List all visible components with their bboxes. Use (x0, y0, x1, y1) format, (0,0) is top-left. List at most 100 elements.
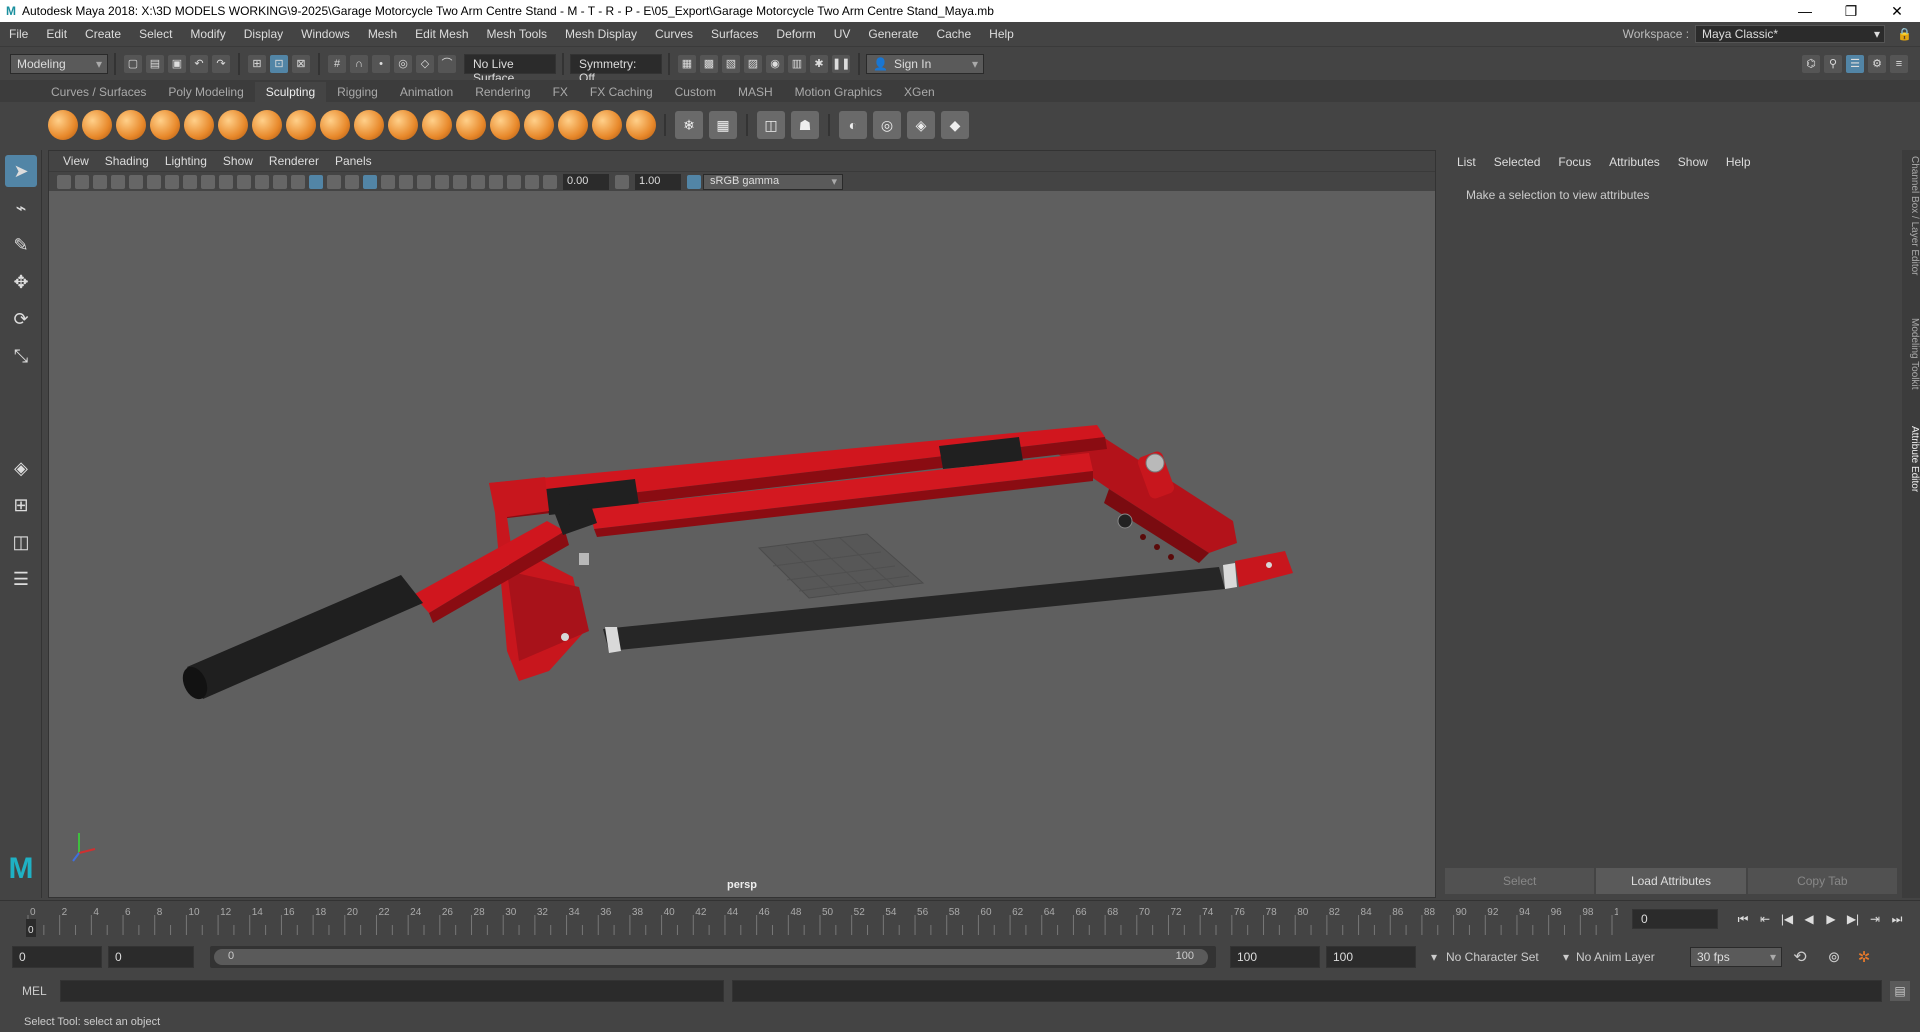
viewport-panel[interactable]: View Shading Lighting Show Renderer Pane… (48, 150, 1436, 898)
script-language-label[interactable]: MEL (22, 984, 58, 998)
minimize-button[interactable]: — (1782, 3, 1828, 19)
smear-tool-icon[interactable] (524, 110, 554, 140)
menu-item[interactable]: Generate (859, 27, 927, 41)
xray-joints-icon[interactable] (507, 174, 521, 189)
convert-to-frozen-icon[interactable]: ❄ (675, 111, 703, 139)
bulge-tool-icon[interactable] (558, 110, 588, 140)
view-transform-dropdown[interactable]: sRGB gamma ▾ (703, 173, 843, 190)
film-gate-icon[interactable] (183, 174, 197, 189)
menu-item[interactable]: Windows (292, 27, 359, 41)
light-editor-icon[interactable]: ✱ (810, 54, 828, 73)
sign-in-dropdown[interactable]: 👤 Sign In ▾ (866, 53, 984, 74)
undo-icon[interactable]: ↶ (190, 54, 208, 73)
maximize-button[interactable]: ❐ (1828, 3, 1874, 20)
menu-item[interactable]: Display (235, 27, 292, 41)
safe-title-icon[interactable] (273, 174, 287, 189)
depth-of-field-icon[interactable] (453, 174, 467, 189)
foamy-tool-icon[interactable] (252, 110, 282, 140)
flatten-tool-icon[interactable] (218, 110, 248, 140)
ae-menu-list[interactable]: List (1448, 155, 1485, 169)
ae-menu-selected[interactable]: Selected (1485, 155, 1550, 169)
xray-components-icon[interactable] (525, 174, 539, 189)
menu-item[interactable]: Create (76, 27, 130, 41)
viewport-menu-lighting[interactable]: Lighting (157, 154, 215, 168)
time-ruler[interactable]: 0 2 4 6 8 10 12 14 16 18 20 22 24 26 28 30 32 34 36 38 40 42 4… (22, 905, 1618, 939)
motorcycle-stand-model[interactable] (178, 425, 1293, 703)
smooth-tool-icon[interactable] (82, 110, 112, 140)
snap-grid-icon[interactable]: # (328, 54, 346, 73)
render-current-icon[interactable]: ▩ (700, 54, 718, 73)
ae-menu-help[interactable]: Help (1717, 155, 1760, 169)
play-forward-icon[interactable]: ▶ (1820, 912, 1842, 927)
amplify-tool-icon[interactable] (592, 110, 622, 140)
gate-mask-icon[interactable] (219, 174, 233, 189)
knife-tool-icon[interactable] (490, 110, 520, 140)
use-all-lights-icon[interactable] (363, 174, 377, 189)
menuset-dropdown[interactable]: Modeling ▾ (10, 53, 108, 74)
unfreeze-icon[interactable]: ▦ (709, 111, 737, 139)
snap-surface-icon[interactable]: ◇ (416, 54, 434, 73)
render-view-icon[interactable]: ▦ (678, 54, 696, 73)
lasso-tool-icon[interactable]: ⌁ (5, 192, 37, 224)
scale-tool-icon[interactable]: ⤡ (5, 340, 37, 372)
multisample-icon[interactable] (435, 174, 449, 189)
wireframe-on-shaded-icon[interactable] (327, 174, 341, 189)
menu-item[interactable]: Select (130, 27, 181, 41)
snap-curve-icon[interactable]: ∩ (350, 54, 368, 73)
image-plane-icon[interactable] (111, 174, 125, 189)
erase-icon[interactable]: ◆ (941, 111, 969, 139)
playback-start-field[interactable]: 0 (108, 946, 194, 968)
repeat-tool-icon[interactable] (320, 110, 350, 140)
paint-select-icon[interactable]: ✎ (5, 229, 37, 261)
ipr-render-icon[interactable]: ▧ (722, 54, 740, 73)
exposure-icon[interactable] (543, 174, 557, 189)
scene-3d-view[interactable] (49, 191, 1435, 877)
ae-menu-focus[interactable]: Focus (1549, 155, 1600, 169)
shelf-tab-mash[interactable]: MASH (727, 82, 784, 102)
time-slider[interactable]: 0 2 4 6 8 10 12 14 16 18 20 22 24 26 28 30 32 34 36 38 40 42 4… (0, 900, 1920, 940)
spray-tool-icon[interactable] (286, 110, 316, 140)
loop-icon[interactable]: ⟲ (1782, 947, 1818, 967)
lock-icon[interactable]: 🔒 (1897, 27, 1912, 41)
menu-item[interactable]: Deform (767, 27, 824, 41)
menu-item[interactable]: Mesh Display (556, 27, 646, 41)
shelf-tab-animation[interactable]: Animation (389, 82, 464, 102)
pose-space-icon[interactable]: ☗ (791, 111, 819, 139)
exposure-field[interactable]: 0.00 (563, 173, 609, 190)
camera-icon[interactable] (57, 174, 71, 189)
scene-start-field[interactable]: 0 (12, 946, 102, 968)
wireframe-icon[interactable] (291, 174, 305, 189)
menu-item[interactable]: Edit (37, 27, 76, 41)
field-chart-icon[interactable] (237, 174, 251, 189)
grab-tool-icon[interactable] (150, 110, 180, 140)
viewport-menu-renderer[interactable]: Renderer (261, 154, 327, 168)
copy-tab-button[interactable]: Copy Tab (1747, 868, 1897, 894)
gamma-icon[interactable] (615, 174, 629, 189)
viewport-menu-show[interactable]: Show (215, 154, 261, 168)
live-surface-field[interactable]: No Live Surface (464, 53, 556, 85)
stamp-icon[interactable]: ◎ (873, 111, 901, 139)
character-set-dropdown[interactable]: No Character Set (1446, 950, 1556, 964)
workspace-dropdown[interactable]: Maya Classic* ▾ (1695, 25, 1886, 43)
single-perspective-icon[interactable]: ◈ (5, 452, 37, 484)
render-settings-icon[interactable]: ▨ (744, 54, 762, 73)
smooth-shade-icon[interactable] (309, 174, 323, 189)
command-input[interactable] (60, 980, 724, 1002)
go-to-end-icon[interactable]: ⏭ (1886, 912, 1908, 927)
shelf-tab-curves-surfaces[interactable]: Curves / Surfaces (40, 82, 157, 102)
menu-item[interactable]: Cache (927, 27, 980, 41)
range-bar[interactable]: 0 100 (210, 946, 1216, 968)
textured-icon[interactable] (345, 174, 359, 189)
shelf-tab-custom[interactable]: Custom (664, 82, 727, 102)
pause-icon[interactable]: ❚❚ (832, 54, 850, 73)
character-controls-icon[interactable]: ⚲ (1824, 54, 1842, 73)
ambient-occlusion-icon[interactable] (399, 174, 413, 189)
tab-modeling-toolkit[interactable]: Modeling Toolkit (1902, 318, 1920, 390)
2d-pan-zoom-icon[interactable] (129, 174, 143, 189)
pinch-tool-icon[interactable] (184, 110, 214, 140)
blend-shape-icon[interactable]: ◫ (757, 111, 785, 139)
shelf-tab-fx[interactable]: FX (542, 82, 579, 102)
freeze-tool-icon[interactable] (626, 110, 656, 140)
render-setup-icon[interactable]: ▥ (788, 54, 806, 73)
wax-tool-icon[interactable] (388, 110, 418, 140)
